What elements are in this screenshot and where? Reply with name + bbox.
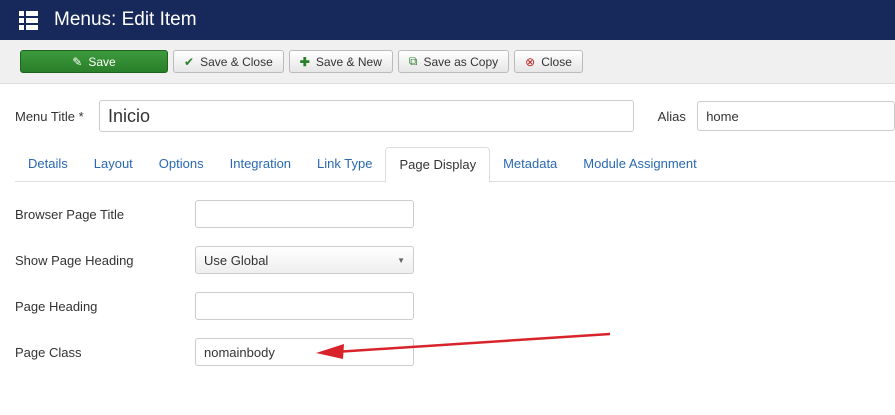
annotation-arrow <box>316 332 611 359</box>
